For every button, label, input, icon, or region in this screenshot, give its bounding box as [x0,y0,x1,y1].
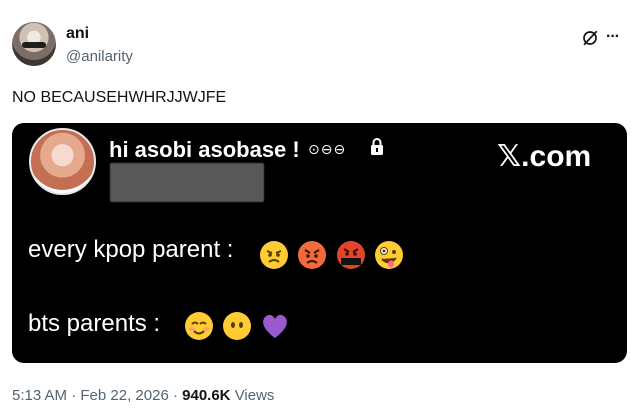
no-mouth-face-icon [223,312,251,340]
author-avatar[interactable] [12,22,56,66]
x-com-watermark: 𝕏.com [497,140,592,173]
card-line-kpop-parent: every kpop parent : [28,236,234,263]
card-display-name: hi asobi asobase ! [109,137,300,162]
smiling-face-icon [185,312,213,340]
tweet-text: NO BECAUSEHWHRJJWJFE [12,89,227,106]
tweet-time[interactable]: 5:13 AM [12,387,67,404]
grok-icon[interactable] [581,29,599,47]
card-status-icons: ⊙⊖⊖ [308,141,347,157]
angry-face-icon [298,241,326,269]
purple-heart-icon [263,314,287,338]
tweet-date[interactable]: Feb 22, 2026 [80,387,168,404]
tweet-meta: 5:13 AM · Feb 22, 2026 · 940.6K Views [12,387,274,404]
lock-icon [371,138,383,155]
separator: · [71,387,77,404]
zany-face-icon [375,241,403,269]
annoyed-face-icon [260,241,288,269]
card-avatar [29,128,96,195]
views-label: Views [234,387,275,404]
cursing-face-icon [337,241,365,269]
author-name[interactable]: ani [66,25,89,43]
embedded-image-card[interactable]: hi asobi asobase ! ⊙⊖⊖ 𝕏.com every kpop … [12,123,627,363]
blurred-handle [110,163,264,202]
more-options-icon[interactable]: ··· [606,28,620,46]
author-handle[interactable]: @anilarity [66,48,133,65]
view-count: 940.6K [182,387,231,404]
card-line-bts-parents: bts parents : [28,310,161,337]
separator: · [172,387,178,404]
